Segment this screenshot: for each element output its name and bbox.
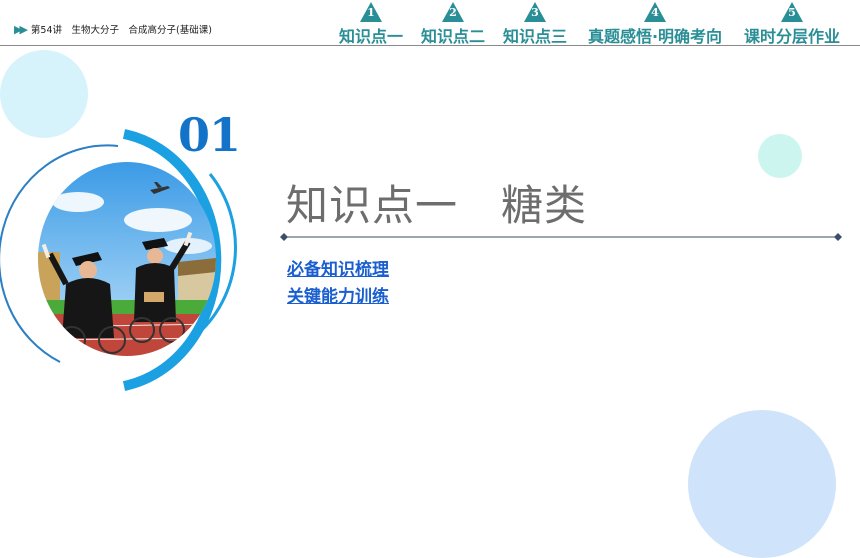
nav-tab-5[interactable]: 5 课时分层作业 (736, 0, 848, 46)
tab-label: 知识点一 (338, 27, 403, 46)
tab-number: 4 (651, 6, 659, 19)
decorative-circle-bottom-right (688, 410, 836, 558)
header-divider (0, 45, 860, 46)
tab-number: 1 (367, 6, 375, 19)
section-number: 01 (178, 108, 241, 162)
title-underline (280, 233, 842, 241)
nav-tab-3[interactable]: 3 知识点三 (498, 0, 572, 46)
section-title: 知识点一 糖类 (286, 181, 588, 230)
graduates-photo (38, 162, 216, 356)
triangle-marker-icon: 2 (442, 2, 464, 22)
nav-tab-4[interactable]: 4 真题感悟·明确考向 (580, 0, 730, 46)
tab-label: 知识点三 (502, 27, 567, 46)
tab-number: 3 (531, 6, 539, 19)
triangle-marker-icon: 4 (644, 2, 666, 22)
double-arrow-icon: ▶▶ (14, 22, 28, 36)
link-essential-knowledge[interactable]: 必备知识梳理 (287, 255, 389, 280)
lesson-title: 第54讲 生物大分子 合成高分子(基础课) (30, 25, 212, 36)
nav-tab-1[interactable]: 1 知识点一 (334, 0, 408, 46)
triangle-marker-icon: 1 (360, 2, 382, 22)
triangle-marker-icon: 5 (781, 2, 803, 22)
breadcrumb: ▶▶ 第54讲 生物大分子 合成高分子(基础课) (14, 22, 212, 37)
tab-label: 知识点二 (420, 27, 485, 46)
tab-label: 课时分层作业 (743, 27, 840, 46)
link-key-ability-training[interactable]: 关键能力训练 (287, 282, 389, 307)
tab-number: 5 (788, 6, 796, 19)
header-bar: ▶▶ 第54讲 生物大分子 合成高分子(基础课) 1 知识点一 2 知识点二 3… (0, 0, 860, 48)
decorative-circle-small (758, 134, 802, 178)
tab-label: 真题感悟·明确考向 (587, 27, 723, 46)
nav-tab-2[interactable]: 2 知识点二 (416, 0, 490, 46)
tab-number: 2 (449, 6, 457, 19)
triangle-marker-icon: 3 (524, 2, 546, 22)
